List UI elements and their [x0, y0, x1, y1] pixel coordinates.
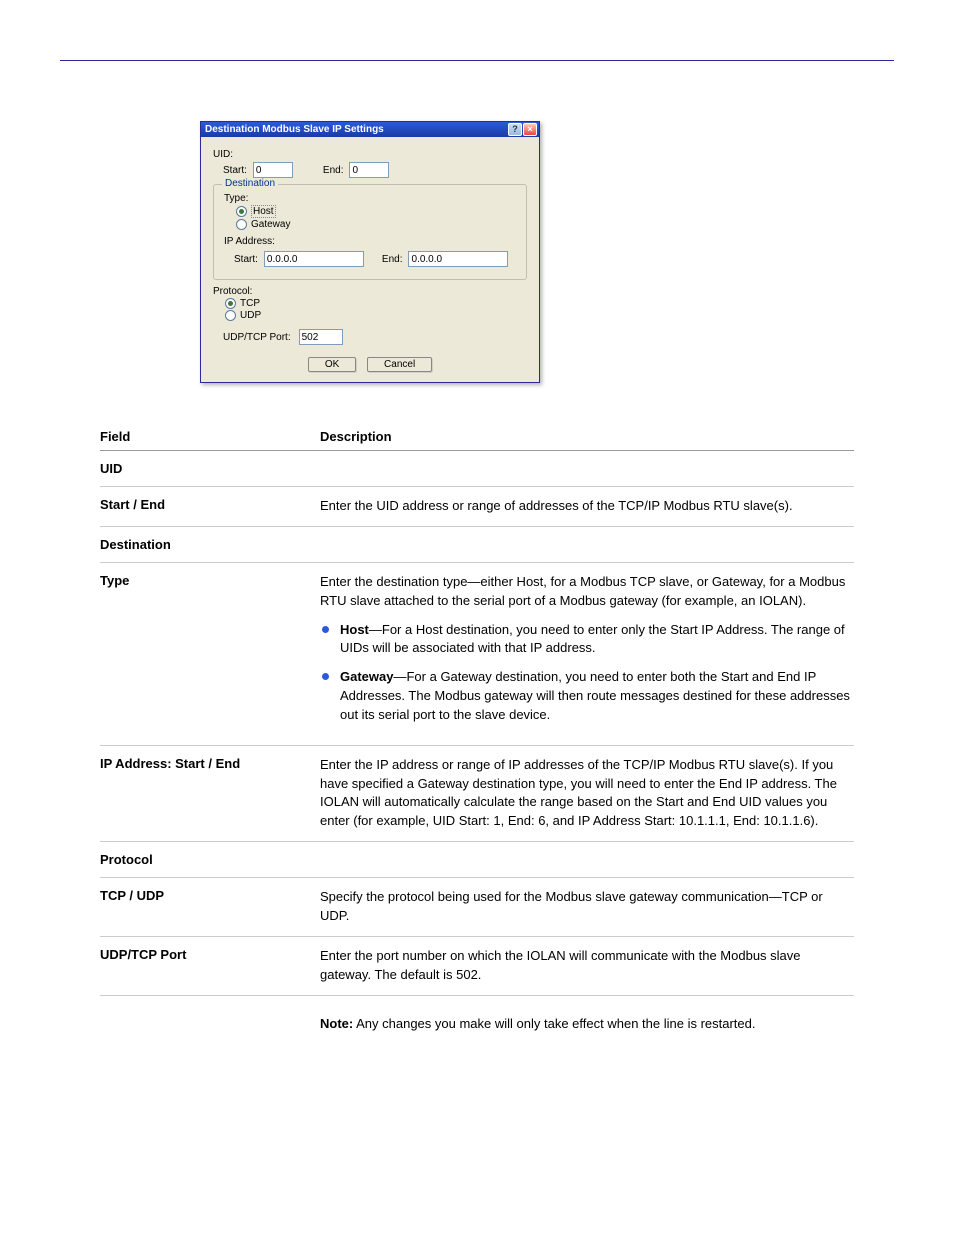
radio-icon [236, 219, 247, 230]
uid-start-label: Start: [223, 165, 247, 176]
destination-group: Destination Type: Host Gateway IP Addres… [213, 184, 527, 280]
radio-tcp[interactable]: TCP [225, 298, 527, 309]
cell-field: Destination [100, 537, 320, 552]
doc-table: Field Description UID Start / End Enter … [100, 423, 854, 1031]
ip-end-input[interactable] [408, 251, 508, 267]
table-row: IP Address: Start / End Enter the IP add… [100, 746, 854, 842]
list-item: Host—For a Host destination, you need to… [320, 621, 854, 659]
cell-field: TCP / UDP [100, 888, 320, 926]
cell-desc: Enter the destination type—either Host, … [320, 573, 854, 735]
destination-legend: Destination [222, 178, 278, 189]
ip-start-input[interactable] [264, 251, 364, 267]
table-header: Field Description [100, 423, 854, 451]
uid-start-input[interactable] [253, 162, 293, 178]
cell-desc: Enter the UID address or range of addres… [320, 497, 854, 516]
radio-host[interactable]: Host [236, 205, 516, 218]
gateway-label: Gateway [251, 219, 290, 230]
dialog-body: UID: Start: End: Destination Type: Host … [201, 137, 539, 382]
para: Enter the destination type—either Host, … [320, 573, 854, 611]
dialog-titlebar: Destination Modbus Slave IP Settings ? × [201, 122, 539, 137]
cancel-button[interactable]: Cancel [367, 357, 432, 372]
radio-icon [236, 206, 247, 217]
cell-field: Protocol [100, 852, 320, 867]
table-row: UDP/TCP Port Enter the port number on wh… [100, 937, 854, 996]
type-label: Type: [224, 193, 516, 204]
cell-field: Type [100, 573, 320, 735]
cell-desc: Enter the IP address or range of IP addr… [320, 756, 854, 831]
ip-label: IP Address: [224, 236, 516, 247]
close-icon[interactable]: × [523, 123, 537, 136]
uid-end-input[interactable] [349, 162, 389, 178]
port-label: UDP/TCP Port: [223, 332, 291, 343]
uid-label: UID: [213, 149, 527, 160]
radio-icon [225, 298, 236, 309]
table-row: Protocol [100, 842, 854, 878]
cell-desc: Enter the port number on which the IOLAN… [320, 947, 854, 985]
th-desc: Description [320, 423, 854, 450]
dialog-title: Destination Modbus Slave IP Settings [205, 124, 508, 135]
help-icon[interactable]: ? [508, 123, 522, 136]
cell-desc: Specify the protocol being used for the … [320, 888, 854, 926]
uid-end-label: End: [323, 165, 344, 176]
udp-label: UDP [240, 310, 261, 321]
ip-start-label: Start: [234, 254, 258, 265]
table-row: UID [100, 451, 854, 487]
cell-field: UDP/TCP Port [100, 947, 320, 985]
table-row: Start / End Enter the UID address or ran… [100, 487, 854, 527]
protocol-label: Protocol: [213, 286, 527, 297]
tcp-label: TCP [240, 298, 260, 309]
table-row: TCP / UDP Specify the protocol being use… [100, 878, 854, 937]
radio-gateway[interactable]: Gateway [236, 219, 516, 230]
ok-button[interactable]: OK [308, 357, 356, 372]
dialog-window: Destination Modbus Slave IP Settings ? ×… [200, 121, 540, 383]
radio-icon [225, 310, 236, 321]
note: Note: Any changes you make will only tak… [100, 996, 854, 1031]
radio-udp[interactable]: UDP [225, 310, 527, 321]
note-text: Any changes you make will only take effe… [353, 1016, 755, 1031]
port-input[interactable] [299, 329, 343, 345]
cell-field: Start / End [100, 497, 320, 516]
cell-field: UID [100, 461, 320, 476]
ip-end-label: End: [382, 254, 403, 265]
th-field: Field [100, 423, 320, 450]
note-label: Note: [320, 1016, 353, 1031]
table-row: Type Enter the destination type—either H… [100, 563, 854, 746]
table-row: Destination [100, 527, 854, 563]
host-label: Host [251, 205, 276, 218]
list-item: Gateway—For a Gateway destination, you n… [320, 668, 854, 725]
cell-field: IP Address: Start / End [100, 756, 320, 831]
